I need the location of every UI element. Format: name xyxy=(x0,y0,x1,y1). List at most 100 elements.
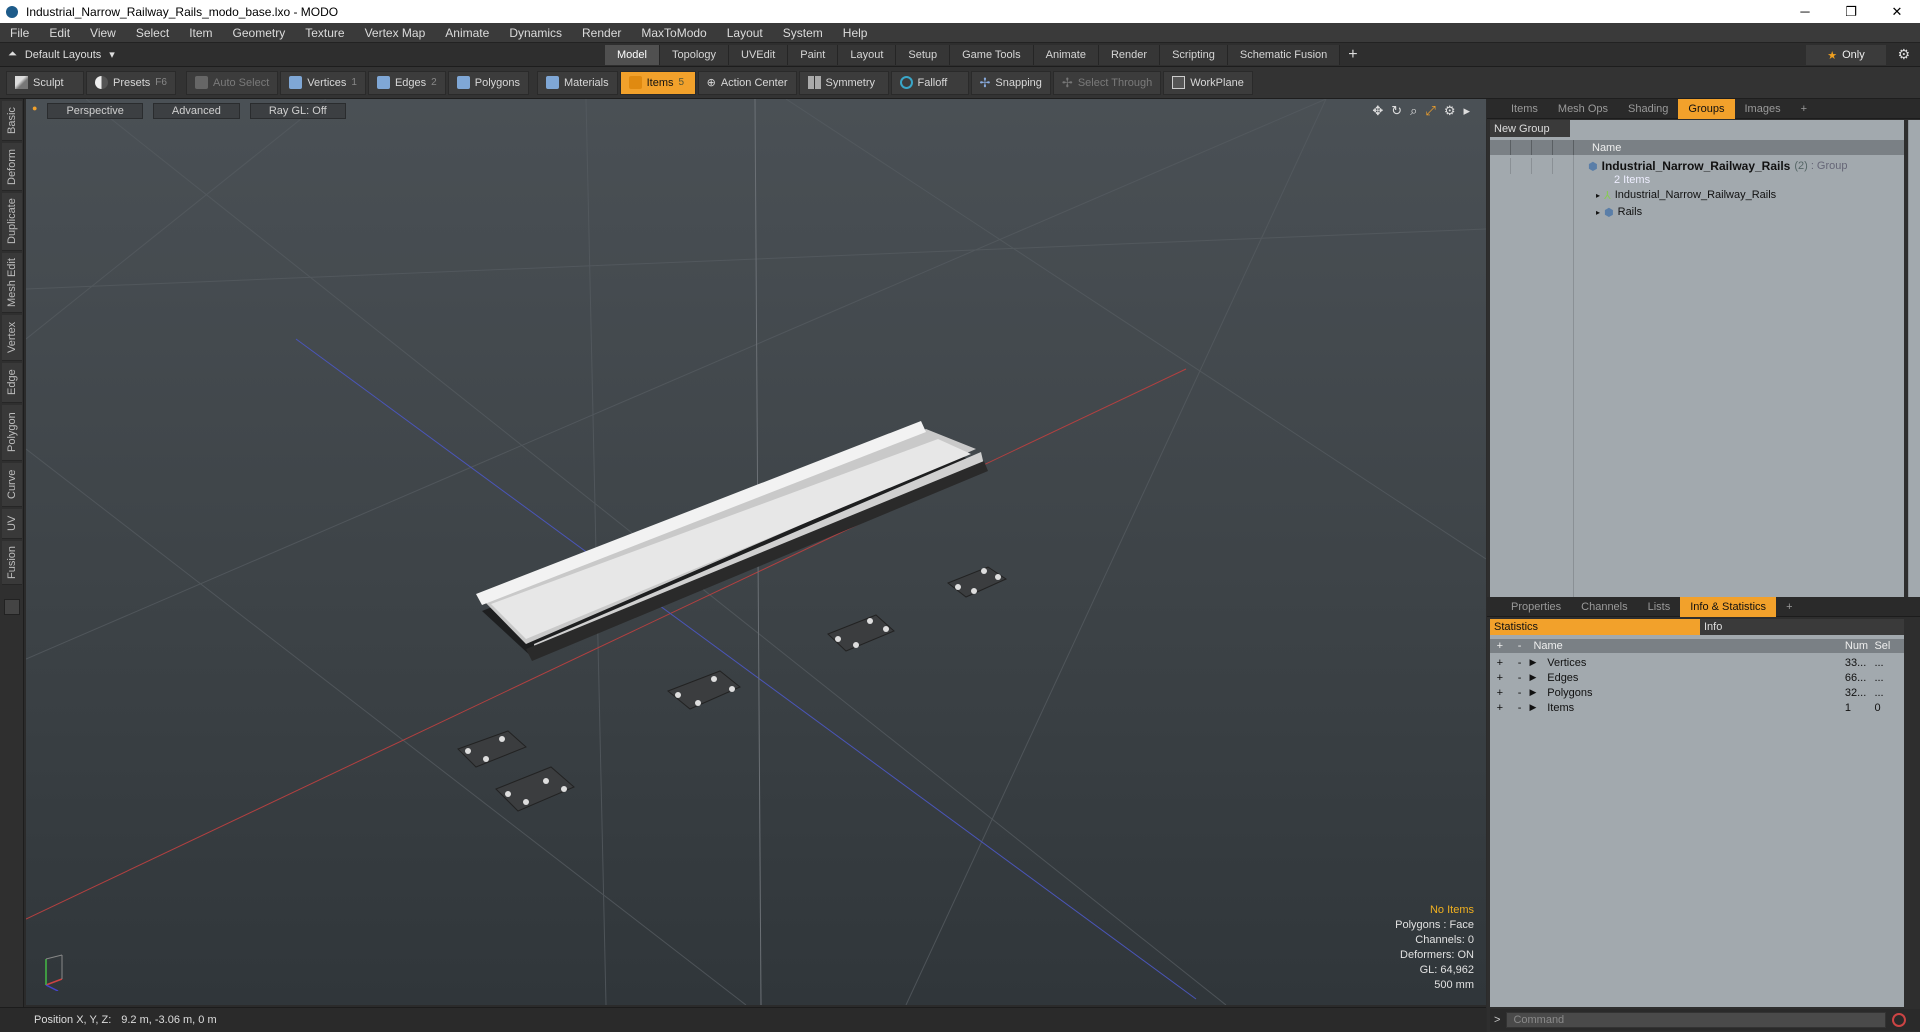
tab-schematic-fusion[interactable]: Schematic Fusion xyxy=(1227,44,1341,65)
vtab-curve[interactable]: Curve xyxy=(2,463,22,507)
menu-dynamics[interactable]: Dynamics xyxy=(499,26,572,40)
menu-item[interactable]: Item xyxy=(179,26,222,40)
vtab-mesh-edit[interactable]: Mesh Edit xyxy=(2,253,22,313)
group-lock-checkbox[interactable] xyxy=(1532,158,1553,174)
tab-layout[interactable]: Layout xyxy=(838,44,897,65)
plus-icon[interactable]: + xyxy=(1490,702,1510,714)
edges-button[interactable]: Edges 2 xyxy=(367,70,446,95)
expand-arrow-icon[interactable]: ▸ xyxy=(1596,191,1600,200)
menu-view[interactable]: View xyxy=(80,26,126,40)
viewport-menu-dot-icon[interactable]: ● xyxy=(32,103,37,119)
add-tab-icon[interactable]: + xyxy=(1348,46,1357,64)
menu-file[interactable]: File xyxy=(0,26,39,40)
action-center-button[interactable]: ⊕ Action Center xyxy=(697,70,797,95)
command-input[interactable]: Command xyxy=(1506,1012,1887,1028)
raygl-button[interactable]: Ray GL: Off xyxy=(249,103,346,119)
rail-model[interactable] xyxy=(476,421,988,661)
tab-channels[interactable]: Channels xyxy=(1571,597,1637,617)
tab-render[interactable]: Render xyxy=(1098,44,1161,65)
stats-row-polygons[interactable]: + - ▶ Polygons 32... ... xyxy=(1490,685,1904,700)
vtab-basic[interactable]: Basic xyxy=(2,101,22,141)
plus-icon[interactable]: + xyxy=(1490,672,1510,684)
falloff-button[interactable]: Falloff xyxy=(890,70,969,95)
add-panel-tab-icon[interactable]: + xyxy=(1791,99,1817,119)
vtab-fusion[interactable]: Fusion xyxy=(2,541,22,585)
view-perspective-button[interactable]: Perspective xyxy=(47,103,143,119)
gear-icon[interactable]: ⚙ xyxy=(1897,46,1910,63)
items-button[interactable]: Items 5 xyxy=(619,70,696,95)
menu-maxtomodo[interactable]: MaxToModo xyxy=(631,26,716,40)
menu-texture[interactable]: Texture xyxy=(295,26,354,40)
select-through-button[interactable]: ✢ Select Through xyxy=(1052,70,1162,95)
menu-layout[interactable]: Layout xyxy=(717,26,773,40)
presets-button[interactable]: Presets F6 xyxy=(86,70,176,95)
stats-row-vertices[interactable]: + - ▶ Vertices 33... ... xyxy=(1490,655,1904,670)
tab-game-tools[interactable]: Game Tools xyxy=(950,44,1034,65)
panel-toggle-button[interactable] xyxy=(4,599,20,615)
plus-icon[interactable]: + xyxy=(1490,687,1510,699)
tab-topology[interactable]: Topology xyxy=(659,44,730,65)
symmetry-button[interactable]: Symmetry xyxy=(798,70,889,95)
layouts-dropdown[interactable]: ⏶ Default Layouts ▾ xyxy=(0,48,605,61)
expand-all-icon[interactable]: + xyxy=(1490,640,1510,652)
vtab-deform[interactable]: Deform xyxy=(2,143,22,191)
menu-vertex-map[interactable]: Vertex Map xyxy=(355,26,436,40)
group-select-checkbox[interactable] xyxy=(1553,158,1574,174)
vtab-polygon[interactable]: Polygon xyxy=(2,405,22,461)
select-icon[interactable] xyxy=(1553,140,1574,155)
minimize-button[interactable]: ─ xyxy=(1782,0,1828,23)
tab-images[interactable]: Images xyxy=(1735,99,1791,119)
stats-row-edges[interactable]: + - ▶ Edges 66... ... xyxy=(1490,670,1904,685)
plus-icon[interactable]: + xyxy=(1490,657,1510,669)
menu-render[interactable]: Render xyxy=(572,26,631,40)
add-panel-tab-icon[interactable]: + xyxy=(1776,597,1802,617)
menu-system[interactable]: System xyxy=(773,26,833,40)
tab-info[interactable]: Info xyxy=(1700,619,1904,635)
only-toggle[interactable]: ★ Only xyxy=(1806,45,1886,65)
collapse-all-icon[interactable]: - xyxy=(1510,640,1530,652)
lock-icon[interactable] xyxy=(1532,140,1553,155)
close-button[interactable]: ✕ xyxy=(1874,0,1920,23)
tab-items[interactable]: Items xyxy=(1501,99,1548,119)
visibility-eye-icon[interactable] xyxy=(1490,140,1511,155)
new-group-button[interactable]: New Group xyxy=(1490,120,1570,137)
view-mode-button[interactable]: Advanced xyxy=(152,103,240,119)
expand-arrow-icon[interactable]: ▶ xyxy=(1529,702,1543,713)
tab-statistics[interactable]: Statistics xyxy=(1490,619,1700,635)
minus-icon[interactable]: - xyxy=(1510,672,1530,684)
group-child-row[interactable]: ▸ ⬢ Rails xyxy=(1490,204,1904,220)
zoom-icon[interactable]: ⌕ xyxy=(1410,103,1417,119)
minus-icon[interactable]: - xyxy=(1510,687,1530,699)
pan-icon[interactable]: ✥ xyxy=(1372,103,1383,119)
menu-geometry[interactable]: Geometry xyxy=(223,26,296,40)
menu-help[interactable]: Help xyxy=(833,26,878,40)
tab-mesh-ops[interactable]: Mesh Ops xyxy=(1548,99,1618,119)
auto-select-button[interactable]: Auto Select xyxy=(186,70,279,95)
expand-arrow-icon[interactable]: ▸ xyxy=(1463,103,1470,119)
maximize-button[interactable]: ❐ xyxy=(1828,0,1874,23)
expand-arrow-icon[interactable]: ▶ xyxy=(1529,672,1543,683)
tab-model[interactable]: Model xyxy=(605,44,660,65)
fit-icon[interactable]: ⤢ xyxy=(1425,103,1435,119)
group-eye-icon[interactable] xyxy=(1490,158,1511,174)
sculpt-button[interactable]: Sculpt xyxy=(6,70,84,95)
menu-animate[interactable]: Animate xyxy=(435,26,499,40)
viewport-gear-icon[interactable]: ⚙ xyxy=(1444,103,1456,119)
group-child-row[interactable]: ▸ ⅄ Industrial_Narrow_Railway_Rails xyxy=(1490,187,1904,203)
materials-button[interactable]: Materials xyxy=(537,70,618,95)
group-row[interactable]: ⬢ Industrial_Narrow_Railway_Rails (2) : … xyxy=(1490,158,1904,174)
expand-arrow-icon[interactable]: ▶ xyxy=(1529,657,1543,668)
tab-animate[interactable]: Animate xyxy=(1033,44,1099,65)
record-macro-icon[interactable] xyxy=(1892,1013,1907,1027)
rotate-icon[interactable]: ↻ xyxy=(1391,103,1402,119)
tab-uvedit[interactable]: UVEdit xyxy=(729,44,789,65)
tab-scripting[interactable]: Scripting xyxy=(1160,44,1228,65)
expand-arrow-icon[interactable]: ▶ xyxy=(1529,687,1543,698)
tab-properties[interactable]: Properties xyxy=(1501,597,1571,617)
vtab-duplicate[interactable]: Duplicate xyxy=(2,193,22,251)
vtab-vertex[interactable]: Vertex xyxy=(2,315,22,361)
tab-setup[interactable]: Setup xyxy=(896,44,951,65)
vtab-edge[interactable]: Edge xyxy=(2,363,22,403)
stats-row-items[interactable]: + - ▶ Items 1 0 xyxy=(1490,700,1904,715)
minus-icon[interactable]: - xyxy=(1510,702,1530,714)
